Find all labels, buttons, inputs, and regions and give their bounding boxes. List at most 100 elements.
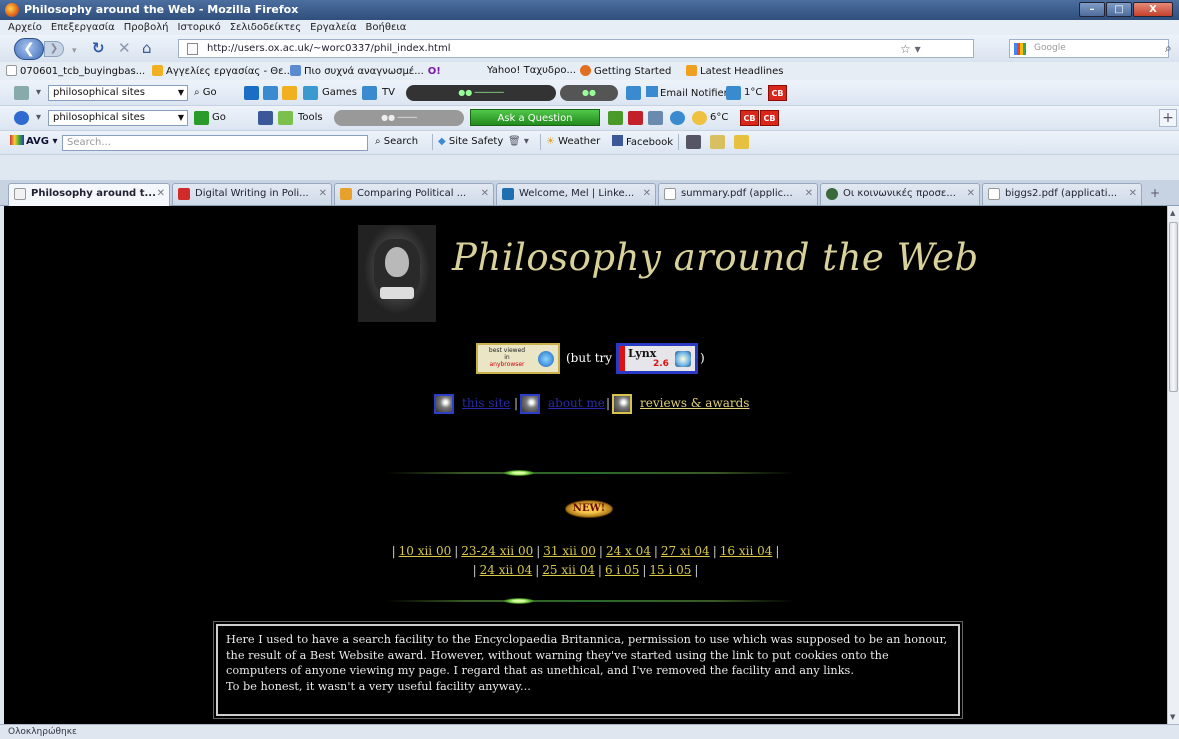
- tab-digital-writing[interactable]: Digital Writing in Poli... ✕: [172, 183, 332, 205]
- quill-icon[interactable]: [612, 394, 632, 414]
- date-link[interactable]: 31 xii 00: [543, 544, 596, 558]
- tab-biggs2-pdf[interactable]: biggs2.pdf (applicati... ✕: [982, 183, 1142, 205]
- toolbar-icon[interactable]: [282, 86, 297, 100]
- scroll-down-icon[interactable]: ▼: [1170, 713, 1175, 721]
- go-icon[interactable]: [194, 111, 209, 125]
- close-window-button[interactable]: X: [1133, 2, 1173, 17]
- bookmark-item[interactable]: 070601_tcb_buyingbas...: [6, 65, 145, 77]
- this-site-link[interactable]: this site: [462, 396, 510, 410]
- maximize-button[interactable]: □: [1106, 2, 1132, 17]
- dropdown-arrow-icon[interactable]: ▾: [36, 86, 41, 100]
- date-link[interactable]: 16 xii 04: [720, 544, 773, 558]
- search-box[interactable]: Google: [1009, 39, 1169, 58]
- bookmark-item[interactable]: Αγγελίες εργασίας - Θε...: [152, 65, 293, 77]
- avg-logo[interactable]: AVG ▾: [10, 135, 58, 149]
- bookmark-star-icon[interactable]: ☆ ▾: [900, 42, 921, 56]
- close-tab-icon[interactable]: ✕: [1129, 184, 1137, 204]
- bookmark-item[interactable]: Getting Started: [580, 65, 671, 77]
- facebook-icon[interactable]: [258, 111, 273, 125]
- menu-history[interactable]: Ιστορικό: [178, 22, 221, 33]
- tab-comparing-political[interactable]: Comparing Political ... ✕: [334, 183, 494, 205]
- cb-button[interactable]: CB: [760, 110, 779, 126]
- close-tab-icon[interactable]: ✕: [643, 184, 651, 204]
- close-tab-icon[interactable]: ✕: [967, 184, 975, 204]
- bookmark-item[interactable]: Πιο συχνά αναγνωσμέ... O!: [290, 65, 441, 77]
- date-link[interactable]: 10 xii 00: [399, 544, 452, 558]
- dropdown-arrow-icon[interactable]: ▾: [36, 111, 41, 125]
- dropdown-arrow-icon[interactable]: ▾: [72, 44, 77, 59]
- date-link[interactable]: 23-24 xii 00: [461, 544, 533, 558]
- toolbar-icon[interactable]: [608, 111, 623, 125]
- vertical-scrollbar[interactable]: ▲ ▼: [1167, 206, 1179, 724]
- avg-search-button[interactable]: ⌕ Search: [375, 135, 418, 149]
- quill-icon[interactable]: [434, 394, 454, 414]
- scroll-up-icon[interactable]: ▲: [1170, 209, 1175, 217]
- quill-icon[interactable]: [520, 394, 540, 414]
- site-safety-button[interactable]: ◆ Site Safety: [438, 135, 503, 149]
- toolbar-icon[interactable]: [362, 86, 377, 100]
- media-controls-widget[interactable]: ●●: [560, 85, 618, 101]
- anybrowser-badge[interactable]: best viewed in anybrowser: [476, 343, 560, 374]
- close-tab-icon[interactable]: ✕: [157, 184, 165, 204]
- toolbar-search-combo[interactable]: philosophical sites ▼: [48, 110, 188, 126]
- tv-button[interactable]: TV: [382, 86, 395, 100]
- close-tab-icon[interactable]: ✕: [481, 184, 489, 204]
- toolbar-icon[interactable]: [734, 135, 749, 149]
- email-notifier-button[interactable]: Email Notifier: [646, 86, 728, 101]
- toolbar-icon[interactable]: [263, 86, 278, 100]
- forward-button[interactable]: ❯: [44, 41, 64, 57]
- date-link[interactable]: 6 i 05: [605, 563, 639, 577]
- stop-icon[interactable]: ✕: [118, 41, 131, 56]
- media-player-widget[interactable]: ●● ──────: [406, 85, 556, 101]
- minimize-button[interactable]: –: [1079, 2, 1105, 17]
- close-tab-icon[interactable]: ✕: [319, 184, 327, 204]
- reload-icon[interactable]: ↻: [92, 41, 105, 56]
- toolbar-icon[interactable]: [244, 86, 259, 100]
- cb-button[interactable]: CB: [740, 110, 759, 126]
- about-me-link[interactable]: about me: [548, 396, 605, 410]
- ask-a-question-button[interactable]: Ask a Question: [470, 109, 600, 126]
- bookmark-item[interactable]: Yahoo! Ταχυδρο...: [487, 65, 576, 76]
- search-icon[interactable]: ⌕: [1165, 41, 1172, 56]
- reviews-awards-link[interactable]: reviews & awards: [640, 396, 749, 410]
- address-bar[interactable]: http://users.ox.ac.uk/~worc0337/phil_ind…: [178, 39, 974, 58]
- date-link[interactable]: 27 xi 04: [661, 544, 710, 558]
- toolbar-icon[interactable]: [626, 86, 641, 100]
- tab-summary-pdf[interactable]: summary.pdf (applic... ✕: [658, 183, 818, 205]
- close-tab-icon[interactable]: ✕: [805, 184, 813, 204]
- date-link[interactable]: 15 i 05: [649, 563, 691, 577]
- menu-tools[interactable]: Εργαλεία: [310, 22, 356, 33]
- tools-button[interactable]: Tools: [298, 111, 323, 125]
- tab-philosophy[interactable]: Philosophy around t... ✕: [8, 183, 170, 206]
- media-player-widget[interactable]: ●● ────: [334, 110, 464, 126]
- toolbar-icon[interactable]: [686, 135, 701, 149]
- toolbar-icon[interactable]: [648, 111, 663, 125]
- go-button[interactable]: ⌕ Go: [194, 86, 217, 100]
- tab-linkedin[interactable]: Welcome, Mel | Linke... ✕: [496, 183, 656, 205]
- add-toolbar-button[interactable]: +: [1159, 109, 1177, 127]
- menu-view[interactable]: Προβολή: [124, 22, 169, 33]
- toolbar-icon[interactable]: [303, 86, 318, 100]
- facebook-button[interactable]: Facebook: [612, 135, 673, 150]
- avg-search-input[interactable]: Search...: [62, 135, 368, 151]
- scroll-thumb[interactable]: [1169, 222, 1178, 392]
- date-link[interactable]: 24 xii 04: [480, 563, 533, 577]
- date-link[interactable]: 25 xii 04: [542, 563, 595, 577]
- lynx-badge[interactable]: Lynx 2.6: [616, 343, 698, 374]
- menu-edit[interactable]: Επεξεργασία: [51, 22, 115, 33]
- toolbar-icon[interactable]: [628, 111, 643, 125]
- menu-help[interactable]: Βοήθεια: [366, 22, 407, 33]
- tab-greek-page[interactable]: Οι κοινωνικές προσε... ✕: [820, 183, 980, 205]
- toolbar-icon[interactable]: [670, 111, 685, 125]
- toolbar-icon[interactable]: [710, 135, 725, 149]
- trash-icon[interactable]: 🗑 ▾: [508, 135, 529, 149]
- bookmark-item[interactable]: Latest Headlines: [686, 65, 784, 77]
- new-tab-icon[interactable]: +: [1150, 186, 1160, 200]
- go-button[interactable]: Go: [212, 111, 226, 125]
- cb-button[interactable]: CB: [768, 85, 787, 101]
- menu-bookmarks[interactable]: Σελιδοδείκτες: [230, 22, 301, 33]
- toolbar-search-combo[interactable]: philosophical sites ▼: [48, 85, 188, 101]
- home-icon[interactable]: ⌂: [142, 41, 152, 56]
- games-button[interactable]: Games: [322, 86, 357, 100]
- back-button[interactable]: ❮: [14, 38, 44, 60]
